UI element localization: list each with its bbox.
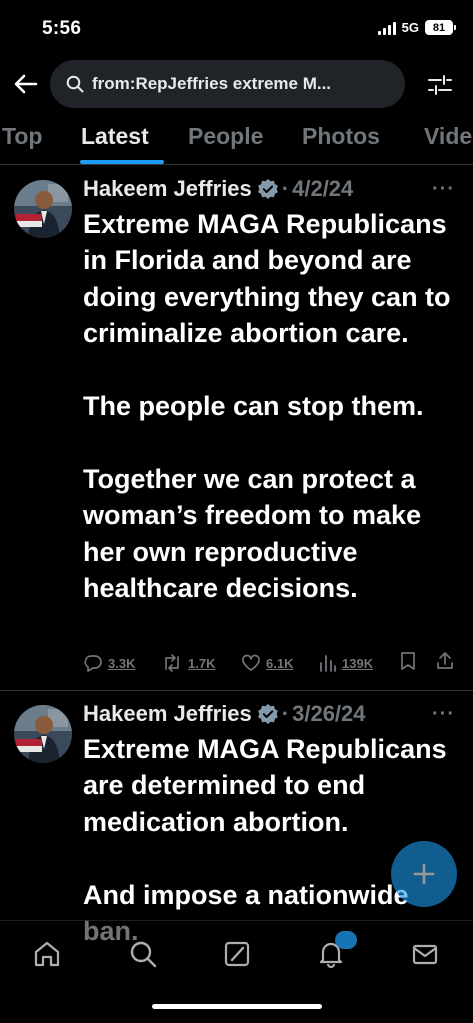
heart-icon	[242, 654, 260, 671]
active-tab-indicator	[80, 160, 164, 164]
grok-icon[interactable]	[222, 939, 252, 969]
status-bar: 5:56 5G 81	[0, 0, 473, 58]
search-header: from:RepJeffries extreme M...	[0, 60, 473, 110]
views-button[interactable]: 139K	[319, 653, 385, 673]
bookmark-icon[interactable]	[399, 651, 417, 676]
tab-videos[interactable]: Vide	[424, 123, 472, 150]
notifications-badge	[335, 931, 357, 949]
status-indicators: 5G 81	[377, 20, 456, 35]
reply-button[interactable]: 3.3K	[83, 653, 149, 673]
home-icon[interactable]	[32, 939, 62, 969]
search-icon	[66, 75, 84, 93]
tab-top[interactable]: Top	[2, 123, 42, 150]
avatar[interactable]	[14, 705, 72, 763]
tweet-date[interactable]: 3/26/24	[292, 701, 365, 727]
tab-photos[interactable]: Photos	[302, 123, 380, 150]
verified-badge-icon	[257, 179, 278, 199]
search-nav-icon[interactable]	[128, 939, 158, 969]
tweet-text: Extreme MAGA Republicans are determined …	[83, 734, 447, 946]
reply-count: 3.3K	[108, 655, 136, 671]
more-options-icon[interactable]: ···	[432, 178, 455, 201]
tweet-actions: 3.3K 1.7K 6.1K 139K	[83, 651, 463, 676]
views-chart-icon	[320, 655, 336, 672]
separator-dot: ·	[281, 701, 290, 726]
battery-icon: 81	[425, 20, 456, 35]
tweet[interactable]: Hakeem Jeffries · 4/2/24 ··· Extreme MAG…	[0, 166, 473, 690]
tab-latest[interactable]: Latest	[81, 123, 149, 150]
author-name[interactable]: Hakeem Jeffries	[83, 176, 252, 202]
repost-icon	[165, 654, 179, 672]
status-time: 5:56	[42, 18, 82, 39]
plus-icon	[413, 863, 435, 885]
back-arrow-icon[interactable]	[12, 70, 40, 98]
search-input[interactable]: from:RepJeffries extreme M...	[50, 60, 405, 108]
verified-badge-icon	[257, 704, 278, 724]
repost-button[interactable]: 1.7K	[161, 653, 227, 673]
view-count: 139K	[342, 655, 374, 671]
share-icon[interactable]	[435, 651, 455, 676]
compose-button[interactable]	[391, 841, 457, 907]
repost-count: 1.7K	[188, 655, 216, 671]
author-name[interactable]: Hakeem Jeffries	[83, 701, 252, 727]
tweet-date[interactable]: 4/2/24	[292, 176, 353, 202]
search-query: from:RepJeffries extreme M...	[92, 74, 332, 93]
network-label: 5G	[401, 20, 419, 35]
signal-icon	[377, 21, 396, 35]
tweet-text: Extreme MAGA Republicans in Florida and …	[83, 209, 451, 604]
more-options-icon[interactable]: ···	[432, 703, 455, 726]
tweet-header: Hakeem Jeffries · 3/26/24	[83, 701, 366, 727]
reply-icon	[84, 655, 102, 672]
separator-dot: ·	[281, 176, 290, 201]
avatar[interactable]	[14, 180, 72, 238]
tab-people[interactable]: People	[188, 123, 263, 150]
home-indicator	[152, 1004, 322, 1009]
tweet-header: Hakeem Jeffries · 4/2/24	[83, 176, 353, 202]
like-count: 6.1K	[266, 655, 294, 671]
search-tabs: Top Latest People Photos Vide	[0, 115, 473, 165]
like-button[interactable]: 6.1K	[241, 653, 307, 673]
filter-sliders-icon[interactable]	[427, 72, 453, 98]
messages-envelope-icon[interactable]	[410, 939, 440, 969]
